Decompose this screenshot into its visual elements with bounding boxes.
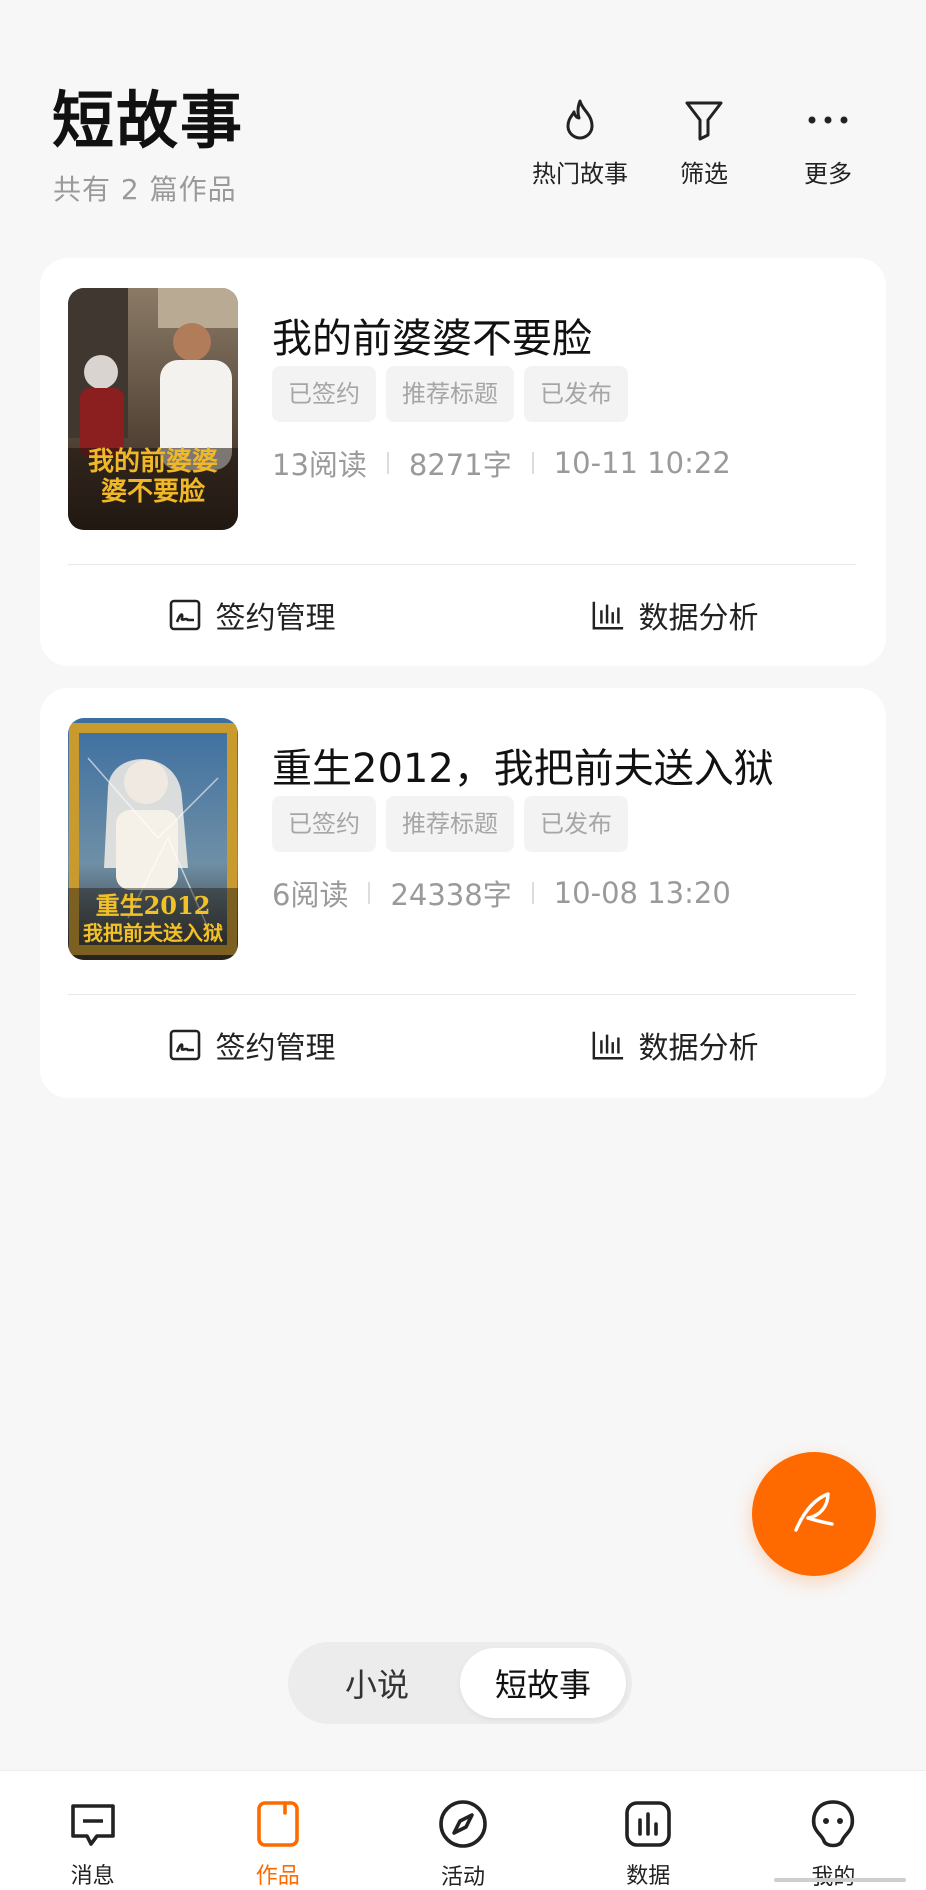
flame-icon — [556, 96, 604, 144]
story-meta: 13阅读 8271字 10-11 10:22 — [272, 442, 731, 484]
updated-time: 10-08 13:20 — [553, 876, 731, 910]
filter-label: 筛选 — [680, 160, 728, 188]
sign-management-label: 签约管理 — [215, 1031, 336, 1066]
more-icon — [804, 96, 852, 144]
story-tags: 已签约 推荐标题 已发布 — [272, 796, 628, 852]
profile-icon — [805, 1797, 861, 1851]
nav-profile[interactable]: 我的 — [741, 1771, 926, 1890]
chart-icon — [620, 1797, 676, 1850]
hot-stories-button[interactable]: 热门故事 — [518, 96, 642, 189]
cover-title-line1: 我的前婆婆 — [88, 446, 218, 477]
meta-separator — [368, 882, 371, 904]
tag-signed: 已签约 — [272, 366, 376, 422]
story-tags: 已签约 推荐标题 已发布 — [272, 366, 628, 422]
contract-icon — [168, 598, 202, 632]
more-button[interactable]: 更多 — [766, 96, 890, 189]
nav-profile-label: 我的 — [811, 1859, 855, 1890]
meta-separator — [386, 452, 389, 474]
sign-management-button[interactable]: 签约管理 — [40, 564, 463, 666]
data-analysis-button[interactable]: 数据分析 — [463, 564, 886, 666]
story-title[interactable]: 我的前婆婆不要脸 — [272, 306, 592, 364]
nav-works[interactable]: 作品 — [185, 1771, 370, 1890]
sign-management-label: 签约管理 — [215, 601, 336, 636]
story-cover-image[interactable]: 我的前婆婆 婆不要脸 — [68, 288, 238, 530]
card-actions: 签约管理 数据分析 — [40, 564, 886, 666]
more-label: 更多 — [804, 160, 852, 188]
content-type-switch: 小说 短故事 — [288, 1642, 632, 1724]
word-count: 24338字 — [390, 878, 512, 912]
data-analysis-button[interactable]: 数据分析 — [463, 994, 886, 1096]
nav-messages[interactable]: 消息 — [0, 1771, 185, 1890]
nav-works-label: 作品 — [255, 1864, 300, 1889]
works-icon — [250, 1797, 306, 1850]
message-icon — [65, 1797, 121, 1850]
nav-activities[interactable]: 活动 — [370, 1771, 555, 1890]
filter-icon — [680, 96, 728, 144]
works-count: 共有 2 篇作品 — [53, 173, 237, 206]
header-actions: 热门故事 筛选 更多 — [518, 96, 890, 189]
bar-chart-icon — [591, 598, 625, 632]
segment-novel[interactable]: 小说 — [294, 1648, 460, 1718]
story-cover-image[interactable]: 重生2012 我把前夫送入狱 — [68, 718, 238, 960]
nav-messages-label: 消息 — [70, 1864, 115, 1889]
data-analysis-label: 数据分析 — [638, 601, 759, 636]
bottom-nav: 消息 作品 活动 数据 — [0, 1770, 926, 1890]
story-meta: 6阅读 24338字 10-08 13:20 — [272, 872, 731, 914]
cover-title-line1: 重生2012 — [96, 891, 211, 920]
word-count: 8271字 — [408, 448, 512, 482]
sign-management-button[interactable]: 签约管理 — [40, 994, 463, 1096]
bar-chart-icon — [591, 1028, 625, 1062]
story-title[interactable]: 重生2012，我把前夫送入狱 — [272, 736, 774, 794]
home-indicator — [774, 1878, 906, 1882]
segment-short-story[interactable]: 短故事 — [460, 1648, 626, 1718]
tag-published: 已发布 — [524, 796, 628, 852]
cover-title-line2: 我把前夫送入狱 — [83, 921, 223, 945]
story-card[interactable]: 重生2012 我把前夫送入狱 重生2012，我把前夫送入狱 已签约 推荐标题 已… — [40, 688, 886, 1098]
tag-recommended-title: 推荐标题 — [386, 796, 514, 852]
meta-separator — [531, 882, 534, 904]
write-story-button[interactable] — [752, 1452, 876, 1576]
updated-time: 10-11 10:22 — [553, 446, 731, 480]
hot-stories-label: 热门故事 — [532, 160, 628, 188]
nav-data[interactable]: 数据 — [556, 1771, 741, 1890]
read-count: 6阅读 — [272, 878, 349, 912]
filter-button[interactable]: 筛选 — [642, 96, 766, 189]
story-card[interactable]: 我的前婆婆 婆不要脸 我的前婆婆不要脸 已签约 推荐标题 已发布 13阅读 82… — [40, 258, 886, 666]
nav-data-label: 数据 — [626, 1864, 671, 1889]
tag-published: 已发布 — [524, 366, 628, 422]
read-count: 13阅读 — [272, 448, 367, 482]
meta-separator — [531, 452, 534, 474]
tag-recommended-title: 推荐标题 — [386, 366, 514, 422]
data-analysis-label: 数据分析 — [638, 1031, 759, 1066]
quill-icon — [788, 1486, 840, 1542]
nav-activities-label: 活动 — [441, 1865, 486, 1890]
cover-title-line2: 婆不要脸 — [101, 476, 206, 507]
tag-signed: 已签约 — [272, 796, 376, 852]
contract-icon — [168, 1028, 202, 1062]
card-actions: 签约管理 数据分析 — [40, 994, 886, 1096]
compass-icon — [435, 1797, 491, 1851]
page-title: 短故事 — [52, 84, 245, 157]
